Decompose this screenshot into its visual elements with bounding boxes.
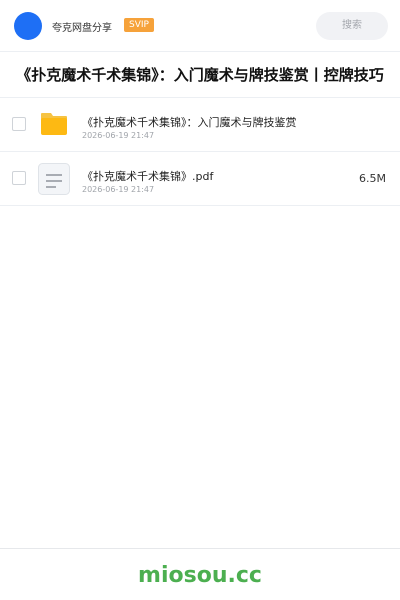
file-name[interactable]: 《扑克魔术千术集锦》.pdf bbox=[82, 168, 213, 184]
footer: miosou.cc bbox=[0, 548, 400, 600]
footer-site-logo[interactable]: miosou.cc bbox=[0, 563, 400, 588]
select-checkbox[interactable] bbox=[12, 117, 26, 131]
brand-name: 夸克网盘分享 bbox=[52, 23, 112, 34]
svip-badge: SVIP bbox=[124, 18, 154, 32]
file-size: 6.5M bbox=[359, 172, 386, 185]
file-date: 2026-06-19 21:47 bbox=[82, 131, 155, 140]
top-bar: 夸克网盘分享 SVIP 搜索 bbox=[0, 0, 400, 52]
select-checkbox[interactable] bbox=[12, 171, 26, 185]
avatar[interactable] bbox=[14, 12, 42, 40]
file-date: 2026-06-19 21:47 bbox=[82, 185, 155, 194]
file-name[interactable]: 《扑克魔术千术集锦》：入门魔术与牌技鉴赏 bbox=[82, 114, 297, 130]
document-icon bbox=[38, 163, 70, 195]
folder-icon bbox=[41, 113, 67, 135]
file-row-pdf[interactable]: 《扑克魔术千术集锦》.pdf 2026-06-19 21:47 6.5M bbox=[0, 152, 400, 206]
file-row-folder[interactable]: 《扑克魔术千术集锦》：入门魔术与牌技鉴赏 2026-06-19 21:47 bbox=[0, 98, 400, 152]
search-input[interactable]: 搜索 bbox=[316, 12, 388, 40]
page-title: 《扑克魔术千术集锦》：入门魔术与牌技鉴赏丨控牌技巧 bbox=[0, 52, 400, 98]
